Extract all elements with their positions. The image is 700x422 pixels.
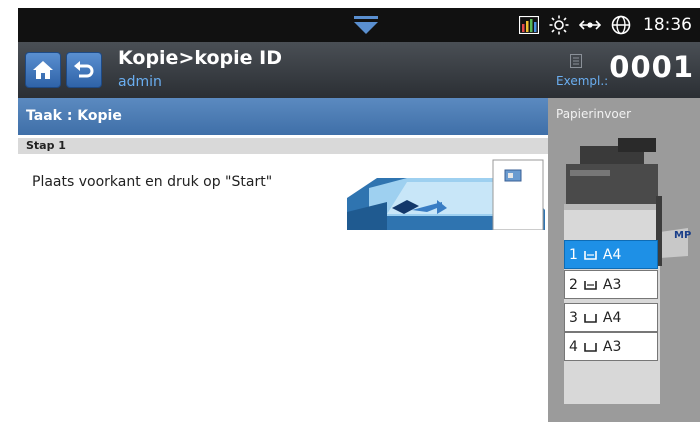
home-button[interactable] [25,52,61,88]
paper-tray-icon [584,280,597,290]
back-arrow-icon [74,61,94,78]
status-icons: 18:36 [519,8,692,42]
pull-down-tab-icon[interactable] [353,14,379,36]
tray-number: 4 [569,338,578,355]
mp-tray-label: MP [674,230,692,241]
paper-tray-icon [584,250,597,260]
title-bar: Kopie>kopie ID admin Exempl.: 0001 [18,42,700,98]
equalizer-icon [519,16,539,34]
scanner-glass-illustration [347,159,545,230]
tray-number: 2 [569,276,578,293]
tray-number: 3 [569,309,578,326]
tray-size: A3 [602,276,622,293]
status-bar: 18:36 [18,8,700,42]
clock: 18:36 [643,15,692,35]
paper-tray-icon [584,342,597,352]
tray-size: A3 [602,338,622,355]
copies-label: Exempl.: [556,74,609,88]
step-header: Stap 1 [18,138,548,154]
back-button[interactable] [66,52,102,88]
tray-2[interactable]: 2 A3 [564,270,658,299]
paper-source-panel: Papierinvoer MP 1 A4 2 A3 3 A4 4 A3 [548,98,700,422]
user-name: admin [118,74,162,90]
panel-title: Papierinvoer [556,107,632,121]
task-header: Taak : Kopie [18,98,548,135]
tray-size: A4 [602,309,622,326]
brightness-icon [549,15,569,35]
tray-4[interactable]: 4 A3 [564,332,658,361]
network-icon [579,20,601,30]
copies-icon [570,54,582,68]
tray-number: 1 [569,246,578,263]
page-title: Kopie>kopie ID [118,47,282,69]
tray-size: A4 [602,246,622,263]
paper-tray-icon [584,313,597,323]
tray-3[interactable]: 3 A4 [564,303,658,332]
copies-count[interactable]: 0001 [609,50,694,84]
home-icon [33,61,53,79]
instruction-text: Plaats voorkant en druk op "Start" [32,174,273,190]
tray-1[interactable]: 1 A4 [564,240,658,269]
globe-icon [611,15,631,35]
